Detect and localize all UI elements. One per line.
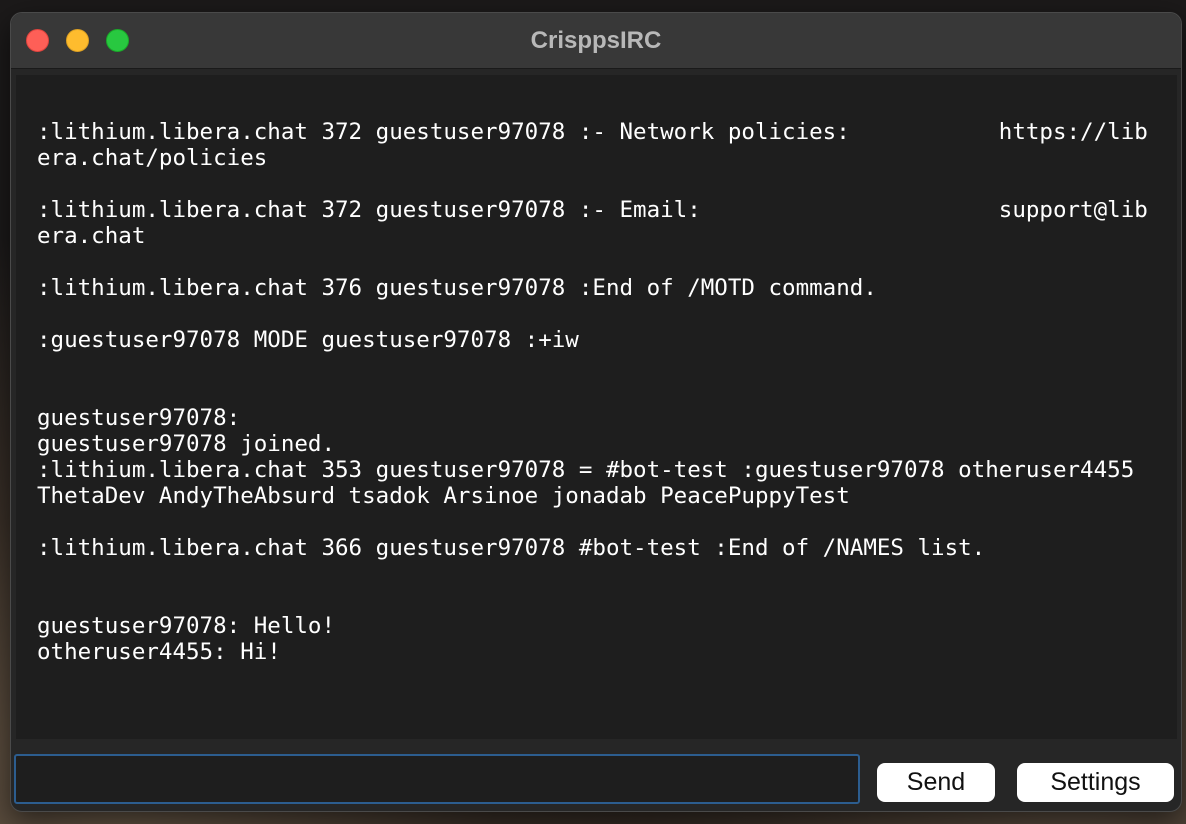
send-button[interactable]: Send [877,763,995,802]
chat-log[interactable]: :lithium.libera.chat 372 guestuser97078 … [16,75,1177,739]
app-window: CrisppsIRC :lithium.libera.chat 372 gues… [10,12,1182,812]
message-input[interactable] [14,754,860,804]
chat-log-text: :lithium.libera.chat 372 guestuser97078 … [37,119,1148,665]
title-bar: CrisppsIRC [11,13,1181,69]
settings-button[interactable]: Settings [1017,763,1174,802]
window-title: CrisppsIRC [530,27,662,54]
